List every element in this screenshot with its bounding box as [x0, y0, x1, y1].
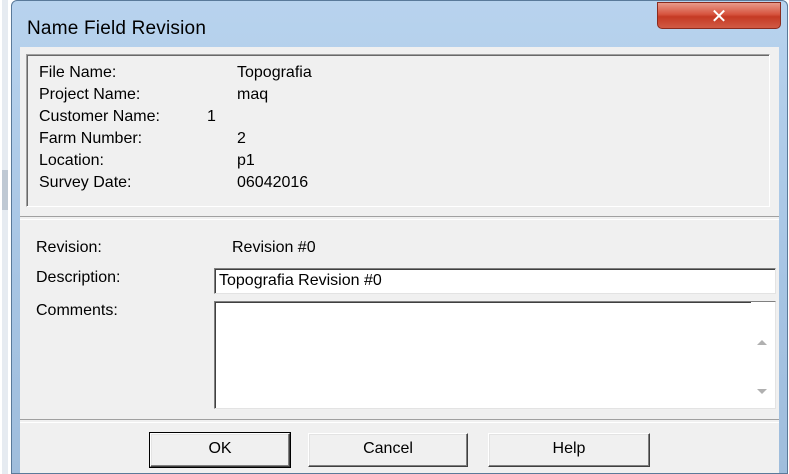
revision-value: Revision #0: [232, 239, 316, 256]
info-label: File Name:: [39, 64, 117, 81]
comments-field[interactable]: [214, 301, 776, 409]
file-info-panel: File Name: Topografia Project Name: maq …: [26, 54, 770, 207]
dialog-window: Name Field Revision ✕ File Name: Topogra…: [11, 0, 788, 474]
divider: [20, 216, 779, 220]
info-value: 2: [237, 130, 246, 147]
background-window-edge: [0, 0, 10, 474]
info-value: 06042016: [237, 174, 309, 191]
divider: [20, 419, 779, 423]
info-value: maq: [237, 86, 269, 103]
info-value: Topografia: [237, 64, 312, 81]
info-label: Project Name:: [39, 86, 141, 103]
description-field[interactable]: [214, 268, 776, 294]
cancel-button[interactable]: Cancel: [308, 433, 468, 467]
window-title: Name Field Revision: [27, 18, 207, 39]
description-label: Description:: [36, 269, 121, 286]
info-label: Location:: [39, 152, 104, 169]
revision-label: Revision:: [36, 239, 102, 256]
info-label: Farm Number:: [39, 130, 143, 147]
comments-scrollbar[interactable]: [751, 302, 775, 408]
close-icon: ✕: [710, 3, 728, 28]
scroll-up-arrow-icon[interactable]: [757, 340, 767, 345]
dialog-body: File Name: Topografia Project Name: maq …: [20, 47, 779, 473]
ok-button[interactable]: OK: [149, 432, 291, 468]
info-value: p1: [237, 152, 255, 169]
title-bar[interactable]: Name Field Revision ✕: [12, 1, 787, 47]
close-button[interactable]: ✕: [657, 2, 781, 29]
scroll-down-arrow-icon[interactable]: [757, 389, 767, 394]
info-value: 1: [207, 108, 216, 125]
info-label: Survey Date:: [39, 174, 132, 191]
comments-label: Comments:: [36, 302, 118, 319]
help-button[interactable]: Help: [488, 433, 650, 467]
info-label: Customer Name:: [39, 108, 160, 125]
